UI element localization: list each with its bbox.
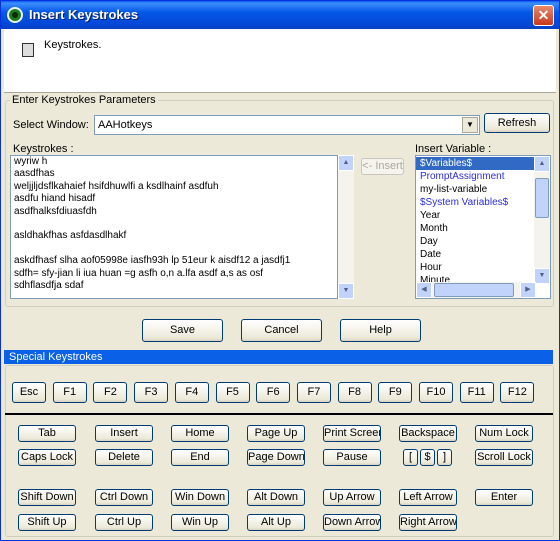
key-button[interactable]: Pause	[323, 449, 381, 466]
scroll-up-icon[interactable]: ▲	[338, 155, 354, 171]
variable-item[interactable]: Year	[416, 209, 535, 222]
key-button[interactable]: F1	[52, 382, 87, 403]
variable-item[interactable]: my-list-variable	[416, 183, 535, 196]
variable-item[interactable]: Hour	[416, 261, 535, 274]
keystrokes-scrollbar[interactable]: ▲ ▼	[338, 155, 354, 299]
key-button[interactable]: Esc	[12, 382, 46, 403]
key-button[interactable]: Ctrl Up	[95, 514, 153, 531]
key-button[interactable]: F3	[134, 382, 169, 403]
keystroke-icon	[22, 43, 34, 57]
key-button[interactable]: Shift Up	[18, 514, 76, 531]
insert-keystrokes-window: Insert Keystrokes ✕ Keystrokes. Enter Ke…	[0, 0, 560, 541]
chevron-down-icon[interactable]: ▼	[462, 117, 478, 133]
keystroke-line	[11, 243, 337, 255]
keystroke-line: aasdfhas	[14, 168, 55, 180]
select-window-label: Select Window:	[13, 119, 89, 131]
scroll-right-icon[interactable]: ▶	[520, 282, 536, 298]
key-button[interactable]: Win Down	[171, 489, 229, 506]
key-button[interactable]: Ctrl Down	[95, 489, 153, 506]
keystroke-line: sdfh= sfy-jian li iua huan =g asfh o,n a…	[14, 267, 264, 279]
keystrokes-label: Keystrokes :	[13, 143, 74, 155]
keystroke-line: asdfhalksfdiuasfdh	[14, 205, 97, 217]
key-button[interactable]: F9	[378, 382, 413, 403]
header-panel: Keystrokes.	[4, 29, 556, 93]
keystrokes-textarea[interactable]: wyriw h aasdfhas weljjljdsflkahaief hsifdh…	[10, 155, 338, 299]
key-button[interactable]: [	[403, 449, 418, 466]
keystroke-line	[11, 218, 337, 230]
key-button[interactable]: F6	[256, 382, 291, 403]
variables-hscroll[interactable]: ◀ ▶	[416, 282, 536, 298]
key-button[interactable]: Num Lock	[475, 425, 533, 442]
key-button[interactable]: F2	[93, 382, 128, 403]
key-button[interactable]: Home	[171, 425, 229, 442]
select-window-combo[interactable]: AAHotkeys ▼	[94, 115, 480, 135]
key-button[interactable]: F5	[215, 382, 250, 403]
key-button[interactable]: Enter	[475, 489, 533, 506]
key-button[interactable]: Up Arrow	[323, 489, 381, 506]
window-title: Insert Keystrokes	[29, 7, 139, 22]
variable-item[interactable]: $Variables$	[416, 157, 535, 170]
keystroke-line: askdfhasf slha aof05998e iasfh93h lp 51e…	[14, 255, 291, 267]
key-button[interactable]: Right Arrow	[399, 514, 457, 531]
key-button[interactable]: Backspace	[399, 425, 457, 442]
scroll-thumb[interactable]	[535, 178, 549, 218]
key-button[interactable]: End	[171, 449, 229, 466]
title-bar[interactable]: Insert Keystrokes ✕	[1, 1, 559, 29]
help-button[interactable]: Help	[340, 319, 421, 342]
select-window-value: AAHotkeys	[98, 119, 153, 131]
variable-item[interactable]: PromptAssignment	[416, 170, 535, 183]
key-button[interactable]: Alt Down	[247, 489, 305, 506]
key-button[interactable]: Page Down	[247, 449, 305, 466]
scroll-left-icon[interactable]: ◀	[416, 282, 432, 298]
variables-listbox[interactable]: $Variables$ PromptAssignment my-list-varia…	[415, 155, 551, 299]
variables-vscroll[interactable]: ▲ ▼	[534, 156, 550, 284]
key-button[interactable]: F7	[296, 382, 331, 403]
keystroke-line: asdfu hiand hisadf	[14, 193, 96, 205]
scroll-down-icon[interactable]: ▼	[534, 268, 550, 284]
refresh-button[interactable]: Refresh	[484, 113, 550, 133]
app-eye-icon	[7, 7, 23, 23]
scroll-down-icon[interactable]: ▼	[338, 283, 354, 299]
parameters-legend: Enter Keystrokes Parameters	[12, 94, 156, 106]
insert-variable-button[interactable]: <- Insert	[361, 158, 404, 175]
key-button[interactable]: Scroll Lock	[475, 449, 533, 466]
key-button[interactable]: F11	[459, 382, 494, 403]
key-button[interactable]: Tab	[18, 425, 76, 442]
variable-item[interactable]: Day	[416, 235, 535, 248]
scroll-up-icon[interactable]: ▲	[534, 156, 550, 172]
scroll-thumb[interactable]	[434, 283, 514, 297]
keystroke-line: sdhflasdfja sdaf	[14, 279, 84, 291]
variable-item[interactable]: $System Variables$	[416, 196, 535, 209]
keystroke-line: asldhakfhas asfdasdlhakf	[14, 230, 127, 242]
cancel-button[interactable]: Cancel	[241, 319, 322, 342]
key-button[interactable]: Insert	[95, 425, 153, 442]
key-button[interactable]: Left Arrow	[399, 489, 457, 506]
key-button[interactable]: Shift Down	[18, 489, 76, 506]
key-button[interactable]: Alt Up	[247, 514, 305, 531]
close-button[interactable]: ✕	[533, 5, 554, 26]
variable-item[interactable]: Date	[416, 248, 535, 261]
key-button[interactable]: F12	[500, 382, 535, 403]
key-button[interactable]: F10	[419, 382, 453, 403]
key-button[interactable]: Win Up	[171, 514, 229, 531]
key-button[interactable]: F4	[174, 382, 209, 403]
save-button[interactable]: Save	[142, 319, 223, 342]
key-button[interactable]: $	[420, 449, 435, 466]
key-button[interactable]: Caps Lock	[18, 449, 76, 466]
key-button[interactable]: Page Up	[247, 425, 305, 442]
keystroke-line: weljjljdsflkahaief hsifdhuwlfi a ksdlhai…	[14, 180, 219, 192]
key-button[interactable]: F8	[337, 382, 372, 403]
variable-item[interactable]: Month	[416, 222, 535, 235]
special-keystrokes-header: Special Keystrokes	[4, 350, 553, 364]
keystroke-line: wyriw h	[14, 156, 48, 167]
key-button[interactable]: Print Screen	[323, 425, 381, 442]
key-button[interactable]: Delete	[95, 449, 153, 466]
key-button[interactable]: ]	[437, 449, 452, 466]
header-description: Keystrokes.	[44, 39, 102, 51]
insert-variable-label: Insert Variable :	[415, 143, 492, 155]
key-button[interactable]: Down Arrow	[323, 514, 381, 531]
keys-divider	[5, 413, 553, 415]
